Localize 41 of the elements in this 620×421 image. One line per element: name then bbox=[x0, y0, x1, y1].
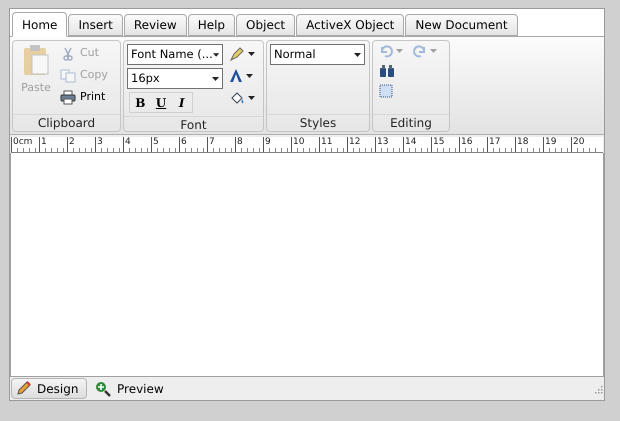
caret-icon bbox=[248, 52, 255, 56]
caret-icon bbox=[212, 76, 219, 80]
font-color-icon[interactable] bbox=[229, 68, 243, 84]
caret-icon bbox=[396, 49, 403, 53]
caret-icon bbox=[354, 52, 361, 56]
view-tab[interactable]: Preview bbox=[91, 378, 168, 399]
group-title: Editing bbox=[373, 114, 449, 131]
font-name-dropdown[interactable]: Font Name (... bbox=[127, 44, 223, 65]
scissors-icon bbox=[61, 46, 75, 60]
caret-icon bbox=[430, 49, 437, 53]
group-title: Styles bbox=[267, 114, 369, 131]
format-button[interactable]: B bbox=[130, 93, 151, 112]
group-title: Clipboard bbox=[13, 114, 120, 131]
caret-icon bbox=[212, 52, 219, 56]
ribbon-tab[interactable]: ActiveX Object bbox=[296, 14, 404, 36]
group-title: Font bbox=[124, 116, 263, 133]
view-tab[interactable]: Design bbox=[11, 378, 87, 399]
caret-icon bbox=[248, 96, 255, 100]
resize-grip-icon[interactable] bbox=[593, 384, 603, 394]
zoom-icon bbox=[95, 380, 111, 396]
clipboard-icon bbox=[22, 44, 50, 76]
paint-bucket-icon[interactable] bbox=[229, 90, 245, 106]
format-button[interactable]: U bbox=[150, 93, 172, 112]
redo-icon bbox=[413, 44, 427, 58]
caret-icon bbox=[246, 74, 253, 78]
format-button[interactable]: I bbox=[171, 93, 192, 112]
ribbon-tab[interactable]: Home bbox=[12, 12, 68, 37]
highlighter-icon[interactable] bbox=[229, 46, 245, 62]
copy-icon bbox=[60, 68, 76, 82]
font-size-dropdown[interactable]: 16px bbox=[127, 68, 223, 89]
ribbon-tab[interactable]: New Document bbox=[405, 14, 518, 36]
style-dropdown[interactable]: Normal bbox=[270, 44, 365, 65]
print-button[interactable]: Print bbox=[60, 88, 108, 107]
undo-icon bbox=[379, 44, 393, 58]
pencil-icon bbox=[16, 381, 31, 396]
ribbon-tab[interactable]: Help bbox=[188, 14, 236, 36]
ribbon-tab[interactable]: Insert bbox=[68, 14, 123, 36]
ribbon-tab[interactable]: Review bbox=[124, 14, 187, 36]
select-all-icon[interactable] bbox=[379, 84, 393, 98]
printer-icon bbox=[60, 90, 76, 105]
ribbon-tab[interactable]: Object bbox=[236, 14, 296, 36]
